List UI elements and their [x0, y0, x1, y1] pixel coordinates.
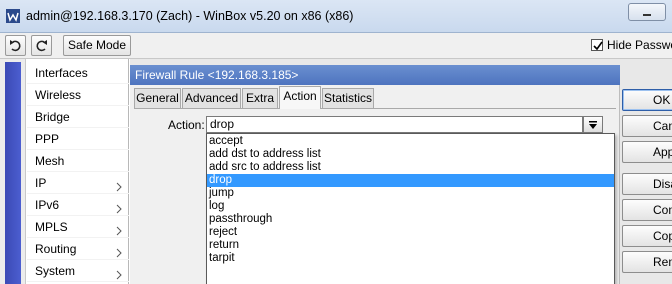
- undo-icon: [6, 39, 25, 52]
- copy-button[interactable]: Copy: [622, 225, 672, 247]
- sidebar-item-mpls[interactable]: MPLS: [27, 216, 129, 238]
- action-select[interactable]: drop: [206, 116, 583, 133]
- action-option-accept[interactable]: accept: [207, 135, 614, 148]
- action-option-tarpit[interactable]: tarpit: [207, 252, 614, 265]
- sidebar-item-label: Routing: [35, 242, 77, 256]
- sidebar-item-label: Bridge: [35, 110, 70, 124]
- redo-icon: [32, 39, 51, 52]
- safe-mode-button[interactable]: Safe Mode: [63, 35, 131, 56]
- firewall-rule-dialog: General Advanced Extra Action Statistics…: [130, 85, 620, 284]
- action-option-log[interactable]: log: [207, 200, 614, 213]
- sidebar-item-label: IPv6: [35, 198, 60, 212]
- sidebar-item-ipv6[interactable]: IPv6: [27, 194, 129, 216]
- action-label: Action:: [168, 118, 205, 132]
- hide-passwords-checkbox[interactable]: Hide Passwor: [591, 38, 672, 52]
- sidebar-item-label: MPLS: [35, 220, 68, 234]
- toolbar: Safe Mode Hide Passwor: [0, 33, 672, 59]
- action-option-reject[interactable]: reject: [207, 226, 614, 239]
- action-option-drop[interactable]: drop: [207, 174, 614, 187]
- sidebar-item-interfaces[interactable]: Interfaces: [27, 62, 129, 84]
- dropdown-arrow-icon: [584, 120, 602, 130]
- sidebar-item-mesh[interactable]: Mesh: [27, 150, 129, 172]
- dialog-title[interactable]: Firewall Rule <192.168.3.185>: [130, 65, 620, 85]
- sidebar-item-label: System: [35, 264, 76, 278]
- tab-statistics[interactable]: Statistics: [322, 88, 374, 108]
- action-dropdown-button[interactable]: [583, 116, 603, 133]
- undo-button[interactable]: [5, 35, 26, 56]
- winbox-app-icon: [6, 9, 20, 23]
- sidebar-item-bridge[interactable]: Bridge: [27, 106, 129, 128]
- hide-passwords-label: Hide Passwor: [607, 38, 672, 52]
- action-option-return[interactable]: return: [207, 239, 614, 252]
- action-option-passthrough[interactable]: passthrough: [207, 213, 614, 226]
- tab-divider: [134, 108, 616, 109]
- sidebar-item-system[interactable]: System: [27, 260, 129, 282]
- brand-bar: [5, 62, 21, 284]
- action-options-list: accept add dst to address list add src t…: [206, 133, 615, 284]
- tab-action[interactable]: Action: [279, 86, 321, 109]
- sidebar-item-label: PPP: [35, 132, 60, 146]
- minimize-button[interactable]: [628, 3, 666, 21]
- cancel-button[interactable]: Cancel: [622, 115, 672, 137]
- tab-general[interactable]: General: [134, 88, 181, 108]
- sidebar-item-routing[interactable]: Routing: [27, 238, 129, 260]
- submenu-arrow-icon: [116, 265, 122, 280]
- window-title: admin@192.168.3.170 (Zach) - WinBox v5.2…: [26, 9, 354, 23]
- sidebar-item-label: Interfaces: [35, 66, 88, 80]
- workspace: Firewall Rule <192.168.3.185> General Ad…: [130, 59, 672, 284]
- submenu-arrow-icon: [116, 243, 122, 258]
- remove-button[interactable]: Remove: [622, 251, 672, 273]
- sidebar-item-ip[interactable]: IP: [27, 172, 129, 194]
- checkbox-checked-icon[interactable]: [591, 39, 603, 51]
- sidebar-item-wireless[interactable]: Wireless: [27, 84, 129, 106]
- action-option-jump[interactable]: jump: [207, 187, 614, 200]
- disable-button[interactable]: Disable: [622, 173, 672, 195]
- submenu-arrow-icon: [116, 221, 122, 236]
- redo-button[interactable]: [31, 35, 52, 56]
- submenu-arrow-icon: [116, 177, 122, 192]
- ok-button[interactable]: OK: [622, 89, 672, 111]
- sidebar-item-label: IP: [35, 176, 47, 190]
- sidebar-item-label: Wireless: [35, 88, 82, 102]
- action-option-add-src-to-address-list[interactable]: add src to address list: [207, 161, 614, 174]
- tab-advanced[interactable]: Advanced: [182, 88, 241, 108]
- sidebar-item-ppp[interactable]: PPP: [27, 128, 129, 150]
- apply-button[interactable]: Apply: [622, 141, 672, 163]
- tab-extra[interactable]: Extra: [242, 88, 278, 108]
- sidebar-item-label: Mesh: [35, 154, 65, 168]
- action-option-add-dst-to-address-list[interactable]: add dst to address list: [207, 148, 614, 161]
- submenu-arrow-icon: [116, 199, 122, 214]
- comment-button[interactable]: Comment: [622, 199, 672, 221]
- vertical-brand-strip: [0, 59, 26, 284]
- sidebar-menu: Interfaces Wireless Bridge PPP Mesh IP I…: [27, 59, 129, 284]
- title-bar: admin@192.168.3.170 (Zach) - WinBox v5.2…: [0, 0, 672, 33]
